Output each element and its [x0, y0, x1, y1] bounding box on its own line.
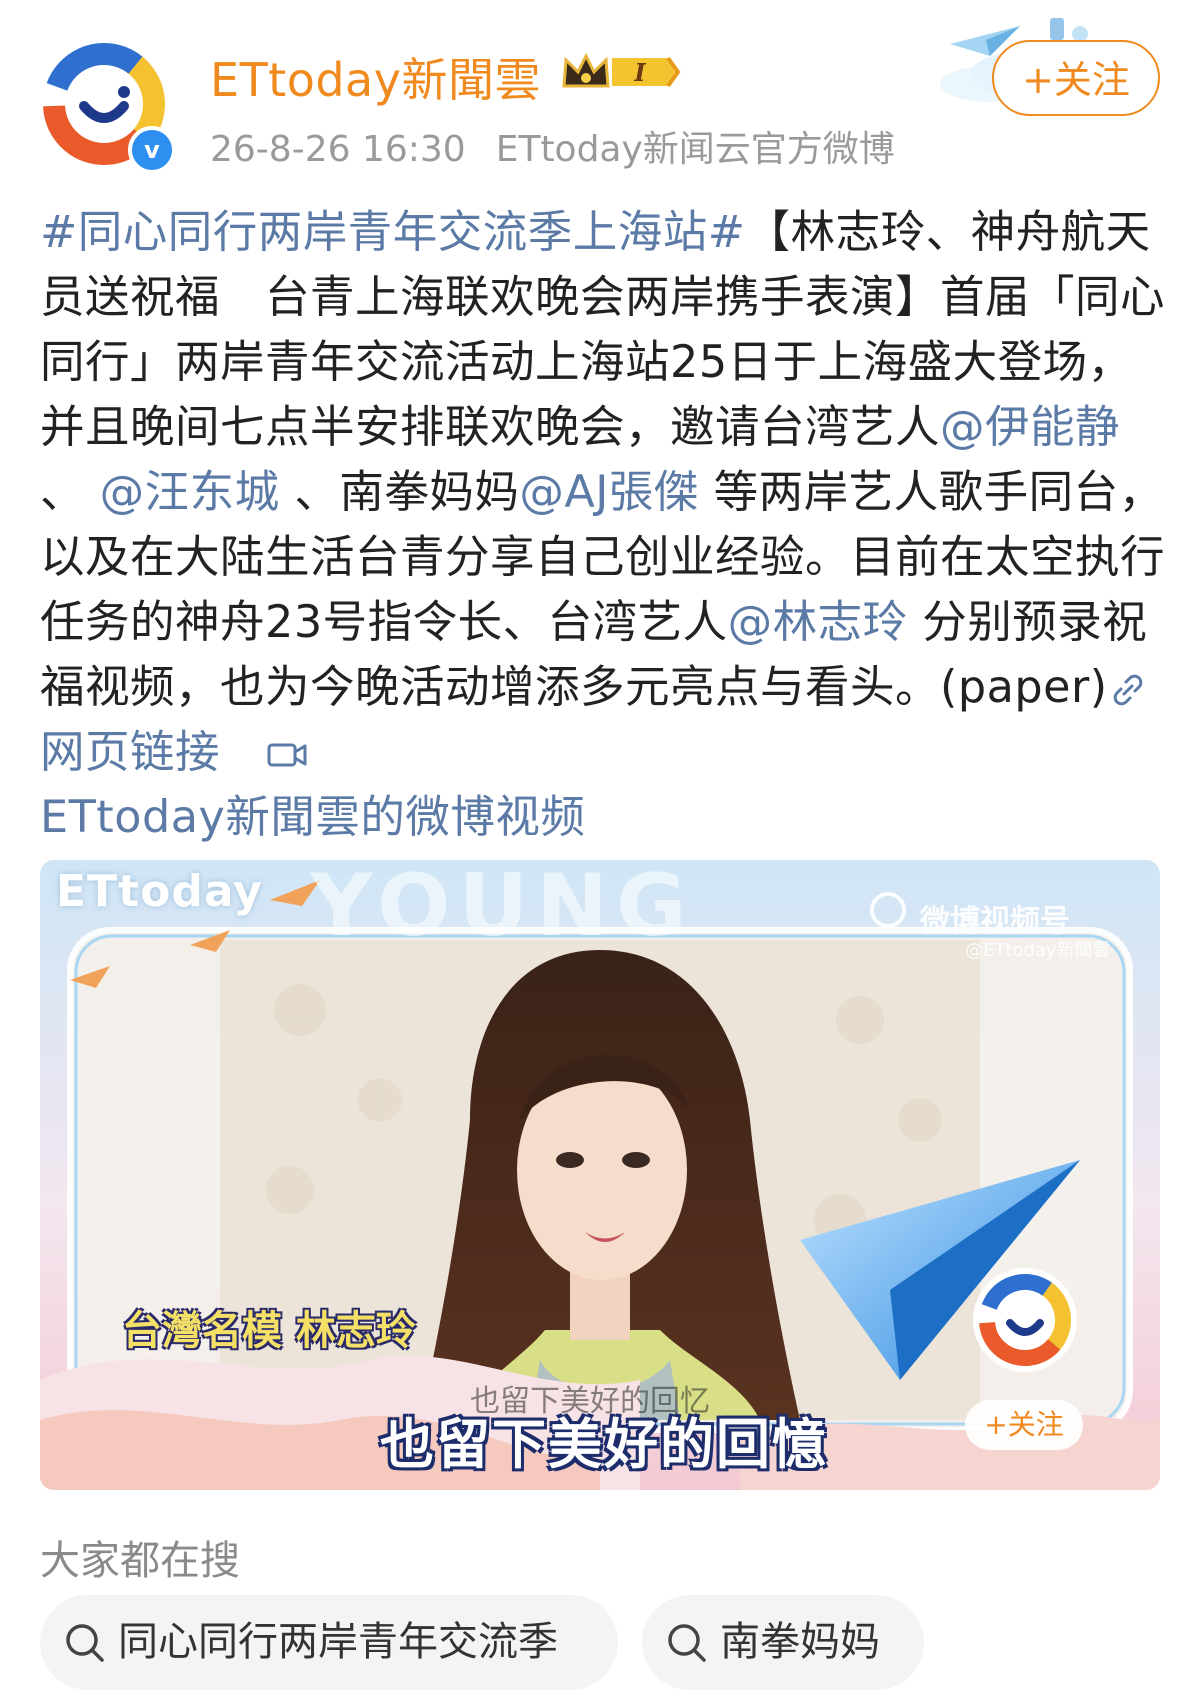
- video-follow-button[interactable]: +关注: [965, 1400, 1083, 1450]
- mention-link[interactable]: @伊能静: [940, 402, 1120, 453]
- search-chip[interactable]: 同心同行两岸青年交流季: [40, 1595, 618, 1690]
- watermark: 微博视频号: [920, 904, 1070, 939]
- search-chip[interactable]: 南拳妈妈: [642, 1595, 924, 1690]
- channel-avatar-icon[interactable]: [970, 1265, 1080, 1375]
- search-chip-label[interactable]: 同心同行两岸青年交流季: [118, 1619, 558, 1665]
- video-player[interactable]: YOUNG ETtoday 微博视频号 @ETtoday新聞雲 台灣名模 林志玲…: [40, 860, 1160, 1490]
- banner-text: YOUNG: [310, 860, 695, 956]
- post-meta: 26-8-26 16:30 ETtoday新闻云官方微博: [210, 120, 895, 172]
- video-link[interactable]: ETtoday新聞雲的微博视频: [40, 792, 585, 843]
- search-icon: [668, 1624, 706, 1662]
- video-channel-logo: ETtoday: [56, 866, 263, 917]
- hashtag-link[interactable]: #同心同行两岸青年交流季上海站#: [40, 207, 746, 258]
- follow-button[interactable]: +关注: [992, 40, 1160, 116]
- link-icon: [1113, 674, 1142, 706]
- verified-badge-icon: v: [128, 126, 176, 174]
- post-header: v ETtoday新聞雲 I 26-8-26 16:30 ETtoday新闻云官方…: [0, 0, 1200, 175]
- badge-level: I: [633, 58, 646, 87]
- watermark-handle: @ETtoday新聞雲: [965, 940, 1111, 961]
- mention-link[interactable]: @林志玲: [728, 597, 908, 648]
- post-text-separator: 、南拳妈妈: [279, 467, 520, 518]
- search-icon: [66, 1624, 104, 1662]
- mention-link[interactable]: @AJ張傑: [519, 467, 699, 518]
- trending-search-title: 大家都在搜: [40, 1538, 240, 1584]
- web-link-label[interactable]: 网页链接: [40, 727, 220, 778]
- crown-level-badge-icon: I: [562, 52, 681, 88]
- timestamp: 26-8-26 16:30: [210, 129, 466, 170]
- mention-link[interactable]: @汪东城: [100, 467, 280, 518]
- video-camera-icon: [267, 743, 307, 767]
- video-subtitle: 也留下美好的回憶: [380, 1413, 828, 1476]
- user-name[interactable]: ETtoday新聞雲: [210, 44, 541, 110]
- post-text-separator: 、: [40, 467, 86, 518]
- search-chip-label[interactable]: 南拳妈妈: [720, 1619, 880, 1665]
- post-source[interactable]: ETtoday新闻云官方微博: [496, 129, 895, 170]
- video-name-caption: 台灣名模 林志玲: [122, 1308, 416, 1354]
- post-text: #同心同行两岸青年交流季上海站#【林志玲、神舟航天员送祝福 台青上海联欢晚会两岸…: [40, 200, 1165, 850]
